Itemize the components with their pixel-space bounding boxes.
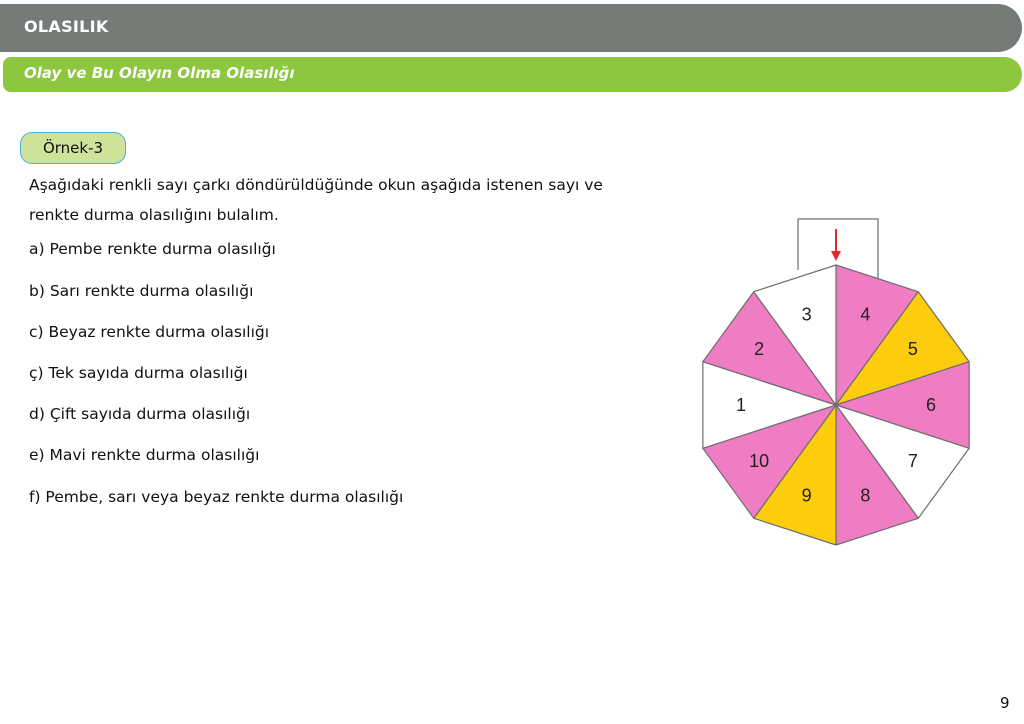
subheader-bar: Olay ve Bu Olayın Olma Olasılığı — [3, 57, 1022, 92]
subheader-title: Olay ve Bu Olayın Olma Olasılığı — [24, 64, 295, 82]
question-d: d) Çift sayıda durma olasılığı — [29, 405, 251, 423]
wheel-label-8: 8 — [860, 485, 870, 505]
question-f: f) Pembe, sarı veya beyaz renkte durma o… — [29, 488, 404, 506]
question-b: b) Sarı renkte durma olasılığı — [29, 282, 254, 300]
wheel-label-1: 1 — [736, 395, 746, 415]
page-number: 9 — [1000, 694, 1010, 712]
header-title: OLASILIK — [24, 17, 109, 36]
wheel-label-2: 2 — [754, 339, 764, 359]
example-intro: Aşağıdaki renkli sayı çarkı döndürüldüğü… — [29, 170, 629, 230]
intro-line-1: Aşağıdaki renkli sayı çarkı döndürüldüğü… — [29, 176, 603, 194]
example-badge: Örnek-3 — [20, 132, 126, 164]
intro-line-2: renkte durma olasılığını bulalım. — [29, 206, 279, 224]
pointer-arrow-icon — [831, 251, 841, 261]
number-spinner-wheel: 4 5 6 7 8 9 10 1 2 3 — [702, 218, 970, 546]
wheel-label-4: 4 — [860, 305, 870, 325]
wheel-label-6: 6 — [926, 395, 936, 415]
wheel-label-9: 9 — [802, 485, 812, 505]
wheel-label-3: 3 — [802, 305, 812, 325]
wheel-label-7: 7 — [908, 451, 918, 471]
question-e: e) Mavi renkte durma olasılığı — [29, 446, 260, 464]
header-bar: OLASILIK — [0, 4, 1022, 52]
question-c: c) Beyaz renkte durma olasılığı — [29, 323, 270, 341]
question-c-cedilla: ç) Tek sayıda durma olasılığı — [29, 364, 248, 382]
question-a: a) Pembe renkte durma olasılığı — [29, 240, 276, 258]
wheel-label-10: 10 — [749, 451, 769, 471]
wheel-label-5: 5 — [908, 339, 918, 359]
